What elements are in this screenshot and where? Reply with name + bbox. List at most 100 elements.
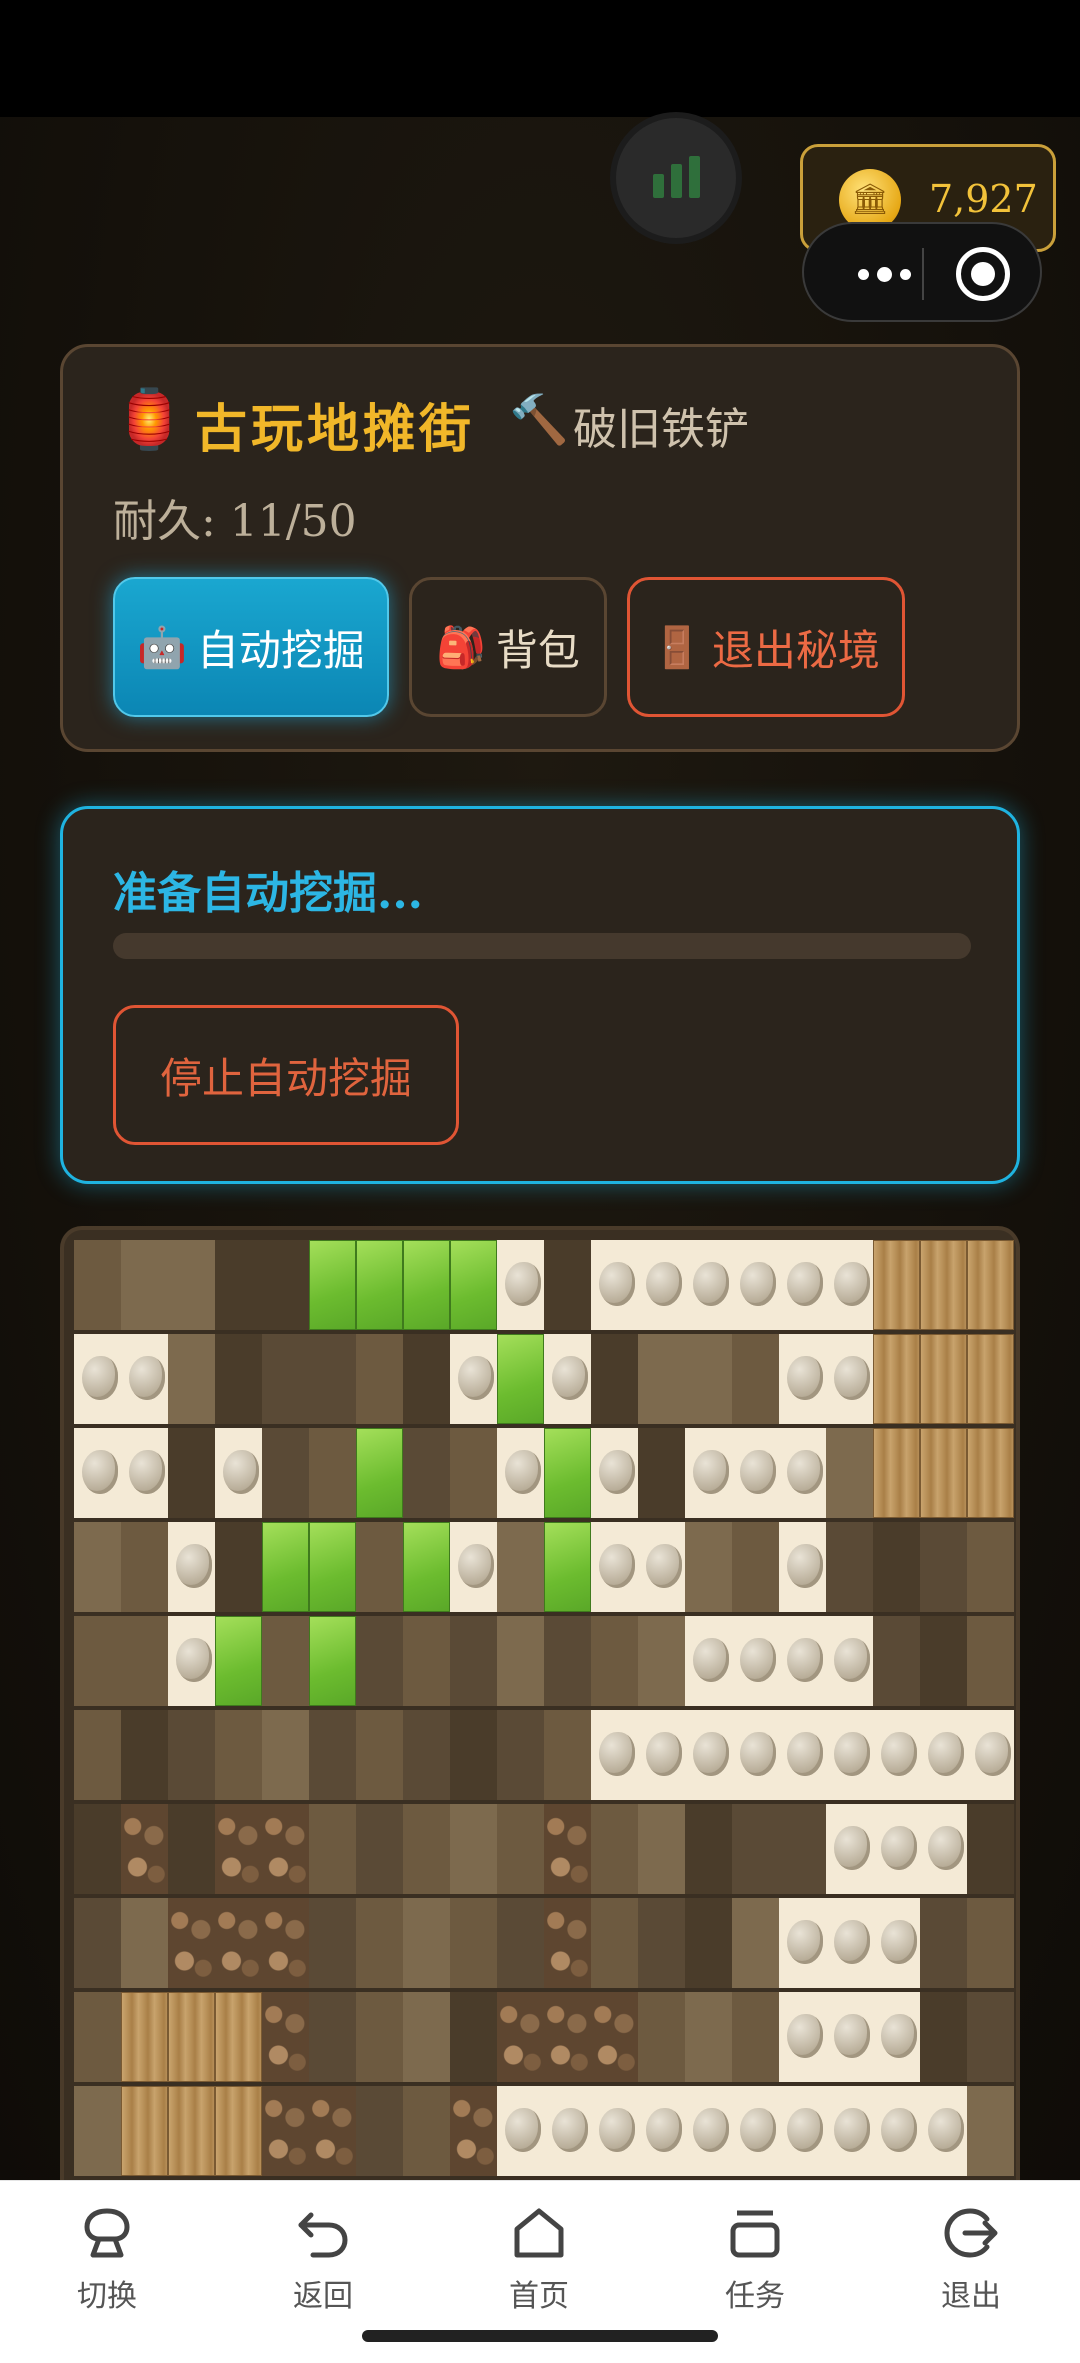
grid-cell-stone[interactable] [779,1992,826,2082]
grid-cell-stone[interactable] [779,1898,826,1988]
grid-cell-stone[interactable] [685,1616,732,1706]
grid-cell-stone[interactable] [450,1334,497,1424]
grid-cell-soil[interactable] [74,1992,121,2082]
grid-cell-soil[interactable] [638,1898,685,1988]
grid-cell-rubble[interactable] [591,1992,638,2082]
grid-cell-soil[interactable] [638,1616,685,1706]
grid-cell-rubble[interactable] [215,1804,262,1894]
grid-cell-soil[interactable] [309,1804,356,1894]
grid-cell-stone[interactable] [826,1804,873,1894]
grid-cell-wood[interactable] [873,1334,920,1424]
grid-cell-soil[interactable] [356,2086,403,2176]
grid-cell-stone[interactable] [779,1428,826,1518]
grid-cell-rubble[interactable] [544,1992,591,2082]
grid-cell-soil[interactable] [450,1616,497,1706]
grid-cell-stone[interactable] [638,2086,685,2176]
grid-cell-soil[interactable] [497,1804,544,1894]
grid-cell-stone[interactable] [591,1240,638,1330]
grid-cell-wood[interactable] [121,1992,168,2082]
grid-cell-stone[interactable] [873,1898,920,1988]
grid-cell-grass[interactable] [356,1428,403,1518]
grid-cell-stone[interactable] [121,1428,168,1518]
grid-cell-soil[interactable] [403,1992,450,2082]
grid-cell-stone[interactable] [732,1616,779,1706]
grid-cell-soil[interactable] [826,1522,873,1612]
grid-cell-soil[interactable] [685,1804,732,1894]
nav-back[interactable]: 返回 [258,2203,388,2315]
nav-home[interactable]: 首页 [474,2203,604,2315]
grid-cell-stone[interactable] [732,1240,779,1330]
grid-cell-stone[interactable] [873,1992,920,2082]
stop-auto-dig-button[interactable]: 停止自动挖掘 [113,1005,459,1145]
grid-cell-soil[interactable] [262,1710,309,1800]
grid-cell-soil[interactable] [74,2086,121,2176]
grid-cell-soil[interactable] [967,1992,1014,2082]
grid-cell-soil[interactable] [215,1710,262,1800]
grid-cell-soil[interactable] [74,1710,121,1800]
grid-cell-rubble[interactable] [215,1898,262,1988]
grid-cell-soil[interactable] [732,1804,779,1894]
close-target-icon[interactable] [956,247,1010,301]
grid-cell-stone[interactable] [685,2086,732,2176]
grid-cell-grass[interactable] [309,1522,356,1612]
grid-cell-soil[interactable] [215,1240,262,1330]
grid-cell-rubble[interactable] [262,1992,309,2082]
grid-cell-stone[interactable] [826,2086,873,2176]
grid-cell-soil[interactable] [403,1804,450,1894]
grid-cell-soil[interactable] [497,1522,544,1612]
grid-cell-soil[interactable] [309,1334,356,1424]
grid-cell-soil[interactable] [826,1428,873,1518]
grid-cell-soil[interactable] [168,1240,215,1330]
grid-cell-soil[interactable] [638,1428,685,1518]
grid-cell-stone[interactable] [779,1616,826,1706]
grid-cell-soil[interactable] [591,1804,638,1894]
grid-cell-stone[interactable] [591,1710,638,1800]
grid-cell-soil[interactable] [121,1616,168,1706]
grid-cell-soil[interactable] [121,1898,168,1988]
grid-cell-soil[interactable] [732,1992,779,2082]
grid-cell-stone[interactable] [121,1334,168,1424]
grid-cell-soil[interactable] [74,1804,121,1894]
grid-cell-stone[interactable] [74,1428,121,1518]
grid-cell-stone[interactable] [591,2086,638,2176]
grid-cell-rubble[interactable] [450,2086,497,2176]
grid-cell-grass[interactable] [215,1616,262,1706]
grid-cell-stone[interactable] [497,1428,544,1518]
grid-cell-soil[interactable] [403,1616,450,1706]
grid-cell-soil[interactable] [74,1616,121,1706]
grid-cell-soil[interactable] [356,1334,403,1424]
grid-cell-soil[interactable] [732,1898,779,1988]
grid-cell-stone[interactable] [685,1240,732,1330]
grid-cell-soil[interactable] [121,1240,168,1330]
grid-cell-soil[interactable] [685,1522,732,1612]
grid-cell-soil[interactable] [403,1428,450,1518]
grid-cell-soil[interactable] [309,1992,356,2082]
grid-cell-stone[interactable] [638,1240,685,1330]
grid-cell-soil[interactable] [685,1334,732,1424]
grid-cell-stone[interactable] [826,1334,873,1424]
grid-cell-soil[interactable] [74,1522,121,1612]
backpack-button[interactable]: 🎒 背包 [409,577,607,717]
grid-cell-stone[interactable] [967,1710,1014,1800]
grid-cell-grass[interactable] [544,1522,591,1612]
grid-cell-wood[interactable] [215,1992,262,2082]
grid-cell-stone[interactable] [779,1334,826,1424]
grid-cell-rubble[interactable] [262,2086,309,2176]
grid-cell-stone[interactable] [74,1334,121,1424]
grid-cell-stone[interactable] [544,2086,591,2176]
grid-cell-soil[interactable] [450,1428,497,1518]
grid-cell-soil[interactable] [967,1616,1014,1706]
nav-exit[interactable]: 退出 [906,2203,1036,2315]
grid-cell-rubble[interactable] [309,2086,356,2176]
grid-cell-soil[interactable] [591,1616,638,1706]
grid-cell-soil[interactable] [450,1898,497,1988]
grid-cell-grass[interactable] [450,1240,497,1330]
grid-cell-soil[interactable] [591,1898,638,1988]
grid-cell-stone[interactable] [497,2086,544,2176]
grid-cell-stone[interactable] [450,1522,497,1612]
grid-cell-soil[interactable] [168,1710,215,1800]
grid-cell-soil[interactable] [262,1616,309,1706]
grid-cell-rubble[interactable] [544,1898,591,1988]
grid-cell-stone[interactable] [779,1710,826,1800]
grid-cell-soil[interactable] [356,1522,403,1612]
